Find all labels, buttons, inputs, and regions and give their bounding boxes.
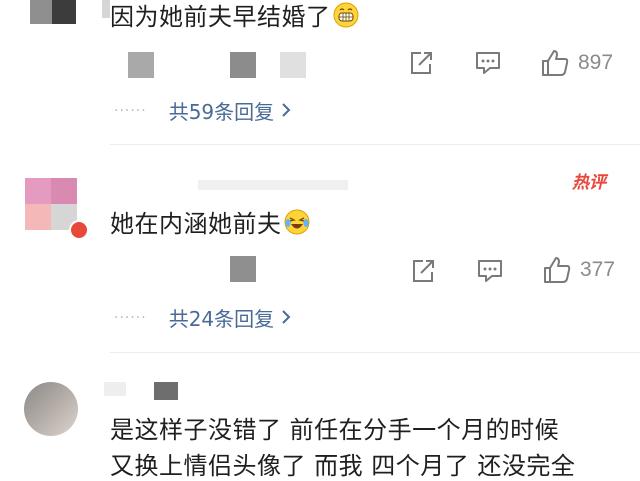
dots-separator: ······ (114, 102, 147, 119)
comment-button[interactable] (476, 258, 504, 284)
like-button[interactable]: 897 (540, 48, 613, 78)
comment-button[interactable] (474, 50, 502, 76)
grinning-face-icon (333, 2, 359, 34)
chevron-right-icon (280, 99, 292, 123)
image-thumbnail[interactable] (230, 256, 256, 282)
username-blur[interactable] (154, 382, 178, 400)
replies-label: 共24条回复 (168, 307, 275, 331)
hot-comment-badge: 热评 (572, 173, 606, 193)
dots-separator: ······ (114, 309, 147, 326)
view-replies-link[interactable]: ······ 共59条回复 (114, 96, 292, 125)
comment-text: 她在内涵她前夫 (110, 204, 310, 241)
comment-text: 因为她前夫早结婚了 (110, 0, 359, 34)
avatar-blur[interactable] (52, 0, 76, 24)
share-button[interactable] (408, 50, 434, 76)
comment-icon (476, 258, 504, 284)
share-button[interactable] (410, 258, 436, 284)
share-icon (408, 50, 434, 76)
image-thumbnail[interactable] (128, 52, 154, 78)
avatar-blur[interactable] (30, 0, 52, 24)
divider (110, 144, 640, 145)
username-blur[interactable] (104, 382, 126, 396)
like-count: 377 (580, 258, 616, 281)
replies-label: 共59条回复 (168, 100, 275, 124)
thumbs-up-icon (542, 255, 572, 285)
comment-text-line-2: 又换上情侣头像了 而我 四个月了 还没完全 (110, 452, 576, 480)
thumbs-up-icon (540, 48, 570, 78)
share-icon (410, 258, 436, 284)
username-blur[interactable] (198, 180, 348, 190)
username-blur[interactable] (102, 0, 110, 18)
avatar[interactable] (24, 382, 78, 436)
laughing-tears-face-icon (284, 209, 310, 241)
like-button[interactable]: 377 (542, 255, 615, 285)
image-thumbnail[interactable] (230, 52, 256, 78)
comment-icon (474, 50, 502, 76)
comment-text-line-1: 是这样子没错了 前任在分手一个月的时候 (110, 416, 560, 444)
like-count: 897 (578, 51, 614, 74)
image-thumbnail[interactable] (280, 52, 306, 78)
view-replies-link[interactable]: ······ 共24条回复 (114, 303, 292, 332)
chevron-right-icon (280, 306, 292, 330)
divider (110, 352, 640, 353)
verified-badge-icon (69, 220, 89, 240)
